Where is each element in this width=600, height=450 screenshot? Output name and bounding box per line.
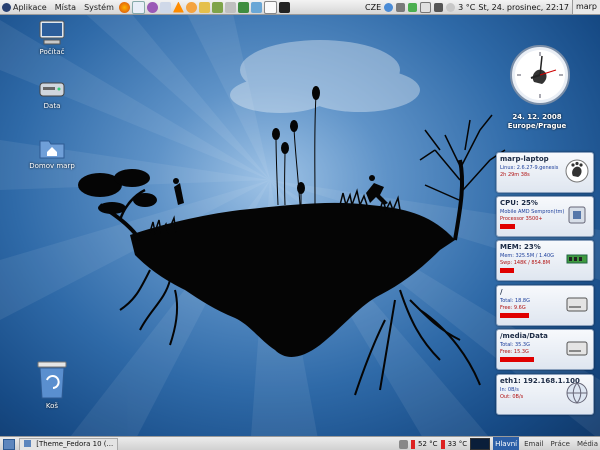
panel-line-2: 2h 29m 38s xyxy=(500,172,530,178)
panel-title: CPU: 25% xyxy=(500,199,538,207)
panel-line-1: Mem: 325.5M / 1.40G xyxy=(500,253,555,259)
menu-applications-label: Aplikace xyxy=(13,2,47,12)
root-disk-panel: / Total: 18.8G Free: 9.6G xyxy=(496,285,594,326)
workspace-email[interactable]: Email xyxy=(522,437,545,450)
window-icon xyxy=(24,440,31,447)
music-player-launcher-icon[interactable] xyxy=(185,1,197,13)
panel-title: /media/Data xyxy=(500,332,548,340)
analog-clock xyxy=(510,45,570,105)
thermometer-icon xyxy=(440,439,445,449)
desktop-icon-label: Koš xyxy=(45,402,59,410)
panel-line-1: Total: 18.8G xyxy=(500,298,530,304)
panel-line-2: Free: 15.3G xyxy=(500,349,529,355)
network-tray-icon[interactable] xyxy=(396,2,406,12)
cpu-freq-icon[interactable] xyxy=(399,439,409,449)
temperature-2[interactable]: 33 °C xyxy=(448,440,468,448)
panel-title: marp-laptop xyxy=(500,155,549,163)
pidgin-launcher-icon[interactable] xyxy=(146,1,158,13)
memory-panel: MEM: 23% Mem: 325.5M / 1.40G Swp: 148K /… xyxy=(496,240,594,281)
desktop-icon-label: Domov marp xyxy=(29,162,75,170)
clock-datetime[interactable]: St, 24. prosinec, 22:17 xyxy=(478,3,569,12)
fedora-logo-icon xyxy=(2,2,11,12)
user-switcher[interactable]: marp xyxy=(571,0,600,14)
update-icon[interactable] xyxy=(384,2,394,12)
panel-line-2: Free: 9.6G xyxy=(500,305,526,311)
desktop-icon-label: Data xyxy=(43,102,61,110)
system-monitor-graph[interactable] xyxy=(470,438,491,450)
bottom-panel: [Theme_Fedora 10 (... 52 °C 33 °C Hlavní… xyxy=(0,436,600,450)
panel-line-2: Processor 3500+ xyxy=(500,216,543,222)
keyboard-layout-indicator[interactable]: CZE xyxy=(365,3,381,12)
thermometer-icon xyxy=(411,439,416,449)
system-panel: marp-laptop Linux: 2.6.27-9.genesis 2h 2… xyxy=(496,152,594,193)
harddisk-icon xyxy=(566,341,588,356)
weather-temperature[interactable]: 3 °C xyxy=(458,3,475,12)
workspace-work[interactable]: Práce xyxy=(549,437,572,450)
cpu-panel: CPU: 25% Mobile AMD Sempron(tm) Processo… xyxy=(496,196,594,237)
harddisk-icon xyxy=(566,297,588,312)
taskbar-window-button[interactable]: [Theme_Fedora 10 (... xyxy=(19,437,119,450)
panel-line-1: Linux: 2.6.27-9.genesis xyxy=(500,165,559,171)
mail-notify-icon[interactable] xyxy=(420,1,432,13)
root-disk-usage-bar xyxy=(500,313,529,318)
clock-date: 24. 12. 2008 xyxy=(512,113,562,121)
panel-title: / xyxy=(500,288,503,296)
firefox-launcher-icon[interactable] xyxy=(118,1,130,13)
bottom-tray: 52 °C 33 °C Hlavní Email Práce Média xyxy=(399,437,600,450)
top-tray: CZE 3 °C St, 24. prosinec, 22:17 marp xyxy=(365,0,600,14)
gnome-foot-icon xyxy=(565,159,589,183)
show-desktop-icon[interactable] xyxy=(3,438,15,450)
desktop-icon-data[interactable]: Data xyxy=(22,78,82,110)
menu-places[interactable]: Místa xyxy=(51,3,80,12)
network-icon xyxy=(566,382,588,404)
clock-timezone: Europe/Prague xyxy=(507,122,567,130)
panel-line-1: Mobile AMD Sempron(tm) xyxy=(500,209,565,215)
network-panel: eth1: 192.168.1.100 In: 0B/s Out: 0B/s xyxy=(496,374,594,415)
editor-launcher-icon[interactable] xyxy=(250,1,262,13)
desktop-icon-home[interactable]: Domov marp xyxy=(22,136,82,170)
home-folder-icon xyxy=(39,140,65,159)
top-panel: Aplikace Místa Systém CZE 3 °C St, 24. p… xyxy=(0,0,600,15)
spreadsheet-launcher-icon[interactable] xyxy=(237,1,249,13)
cpu-icon xyxy=(568,206,586,224)
panel-line-2: Swp: 148K / 854.8M xyxy=(500,260,551,266)
photos-launcher-icon[interactable] xyxy=(198,1,210,13)
power-icon[interactable] xyxy=(408,2,418,12)
panel-line-1: In: 0B/s xyxy=(500,387,519,393)
chat-launcher-icon[interactable] xyxy=(159,1,171,13)
data-disk-panel: /media/Data Total: 35.3G Free: 15.3G xyxy=(496,329,594,370)
panel-line-1: Total: 35.3G xyxy=(500,342,530,348)
drive-icon xyxy=(39,82,65,97)
desktop-icon-trash[interactable]: Koš xyxy=(22,360,82,410)
desktop-background: Aplikace Místa Systém CZE 3 °C St, 24. p… xyxy=(0,0,600,450)
calculator-launcher-icon[interactable] xyxy=(224,1,236,13)
terminal-launcher-icon[interactable] xyxy=(278,1,290,13)
computer-icon xyxy=(39,20,65,45)
writer-launcher-icon[interactable] xyxy=(263,0,277,14)
temperature-1[interactable]: 52 °C xyxy=(418,440,438,448)
panel-title: MEM: 23% xyxy=(500,243,541,251)
menu-applications[interactable]: Aplikace xyxy=(0,2,51,12)
workspace-media[interactable]: Média xyxy=(575,437,600,450)
media-launcher-icon[interactable] xyxy=(211,1,223,13)
taskbar-window-label: [Theme_Fedora 10 (... xyxy=(36,439,114,448)
menu-system[interactable]: Systém xyxy=(80,3,118,12)
evolution-mail-launcher-icon[interactable] xyxy=(131,0,145,14)
vlc-launcher-icon[interactable] xyxy=(172,1,184,13)
desktop-icon-label: Počítač xyxy=(39,48,65,56)
trash-icon xyxy=(37,361,67,399)
panel-line-2: Out: 0B/s xyxy=(500,394,524,400)
memory-usage-bar xyxy=(500,268,514,273)
data-disk-usage-bar xyxy=(500,357,534,362)
cpu-usage-bar xyxy=(500,224,515,229)
desktop-icon-computer[interactable]: Počítač xyxy=(22,20,82,56)
weather-cloud-icon[interactable] xyxy=(446,2,456,12)
workspace-main[interactable]: Hlavní xyxy=(493,437,520,450)
memory-icon xyxy=(566,254,588,264)
volume-icon[interactable] xyxy=(434,2,444,12)
